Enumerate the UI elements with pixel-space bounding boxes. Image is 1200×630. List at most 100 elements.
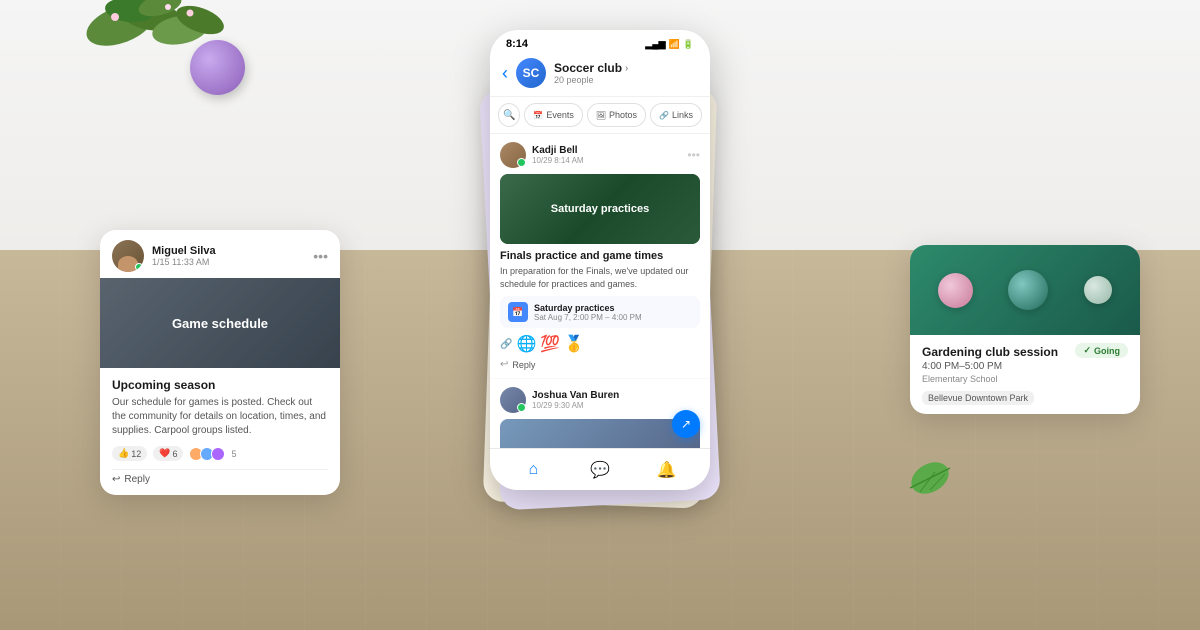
message-2-avatar — [500, 387, 526, 413]
thumbs-reaction[interactable]: 👍 12 — [112, 446, 147, 461]
message-1-time: 10/29 8:14 AM — [532, 156, 584, 165]
message-1-header: Kadji Bell 10/29 8:14 AM ••• — [500, 142, 700, 168]
chevron-right-icon: › — [625, 63, 628, 74]
reaction-avatars — [189, 447, 225, 461]
fab-share-button[interactable]: ↗ — [672, 410, 700, 438]
group-name[interactable]: Soccer club › — [554, 61, 698, 75]
phone-header: ‹ SC Soccer club › 20 people — [490, 54, 710, 97]
emoji-2[interactable]: 💯 — [540, 334, 560, 354]
home-nav-button[interactable]: ⌂ — [519, 456, 547, 484]
back-button[interactable]: ‹ — [502, 63, 508, 84]
right-card-time: 4:00 PM–5:00 PM — [922, 361, 1128, 372]
message-1-body: In preparation for the Finals, we've upd… — [500, 265, 700, 290]
wifi-icon: 📶 — [669, 39, 680, 50]
right-card-image — [910, 245, 1140, 335]
share-icon: ↗ — [681, 417, 691, 431]
notifications-nav-button[interactable]: 🔔 — [653, 456, 681, 484]
right-card: ✓ Going Gardening club session 4:00 PM–5… — [910, 245, 1140, 414]
add-reaction-icon[interactable]: 🔗 — [500, 339, 512, 350]
links-tab[interactable]: 🔗 Links — [650, 103, 702, 127]
message-1-emoji-row: 🔗 🌐 💯 🥇 — [500, 334, 700, 354]
check-icon: ✓ — [1083, 345, 1091, 356]
emoji-3[interactable]: 🥇 — [564, 334, 584, 354]
group-info: Soccer club › 20 people — [554, 61, 698, 85]
left-card-avatar — [112, 240, 144, 272]
reaction-avatar-3 — [211, 447, 225, 461]
going-badge[interactable]: ✓ Going — [1075, 343, 1128, 358]
thumbs-count: 12 — [131, 449, 141, 459]
heart-count: 6 — [172, 449, 177, 459]
message-1-more-button[interactable]: ••• — [687, 148, 700, 162]
group-name-text: Soccer club — [554, 61, 622, 75]
leaf-decoration — [900, 450, 960, 500]
left-card-content: Upcoming season Our schedule for games i… — [100, 368, 340, 495]
garden-ball-pink — [938, 273, 973, 308]
links-tab-icon: 🔗 — [659, 111, 669, 120]
phone-status-icons: ▂▄▆ 📶 🔋 — [645, 39, 694, 50]
event-info: Saturday practices Sat Aug 7, 2:00 PM – … — [534, 303, 642, 322]
garden-ball-light — [1084, 276, 1112, 304]
message-2-header: Joshua Van Buren 10/29 9:30 AM — [500, 387, 700, 413]
message-1-image: Saturday practices — [500, 174, 700, 244]
left-card-image-overlay: Game schedule — [100, 278, 340, 368]
left-card-reply-label: Reply — [124, 474, 150, 485]
reply-arrow-icon: ↩ — [112, 474, 120, 485]
heart-icon: ❤️ — [159, 448, 170, 459]
left-card-time: 1/15 11:33 AM — [152, 257, 305, 267]
garden-ball-teal — [1008, 270, 1048, 310]
heart-reaction[interactable]: ❤️ 6 — [153, 446, 183, 461]
message-1-image-label: Saturday practices — [551, 203, 649, 215]
plant-decoration — [60, 0, 240, 90]
status-bar: 8:14 ▂▄▆ 📶 🔋 — [490, 30, 710, 54]
message-1-event-card[interactable]: 📅 Saturday practices Sat Aug 7, 2:00 PM … — [500, 296, 700, 328]
right-card-content: ✓ Going Gardening club session 4:00 PM–5… — [910, 335, 1140, 414]
group-members-count: 20 people — [554, 75, 698, 85]
events-tab[interactable]: 📅 Events — [524, 103, 582, 127]
message-2-time: 10/29 9:30 AM — [532, 401, 619, 410]
message-1-reply-row[interactable]: ↩ Reply — [500, 359, 700, 370]
right-card-location-primary: Elementary School — [922, 374, 1128, 384]
left-card-description: Our schedule for games is posted. Check … — [112, 396, 328, 438]
left-card-image-label: Game schedule — [172, 316, 268, 331]
search-tab[interactable]: 🔍 — [498, 103, 520, 127]
message-2-username: Joshua Van Buren — [532, 390, 619, 401]
left-card-header: Miguel Silva 1/15 11:33 AM ••• — [100, 230, 340, 278]
left-card-more-button[interactable]: ••• — [313, 248, 328, 264]
event-time: Sat Aug 7, 2:00 PM – 4:00 PM — [534, 313, 642, 322]
left-card-reactions: 👍 12 ❤️ 6 5 — [112, 446, 328, 461]
message-1-title: Finals practice and game times — [500, 250, 700, 262]
left-card-title: Upcoming season — [112, 378, 328, 392]
events-tab-icon: 📅 — [533, 111, 543, 120]
emoji-1[interactable]: 🌐 — [516, 334, 536, 354]
event-calendar-icon: 📅 — [508, 302, 528, 322]
left-card-reply[interactable]: ↩ Reply — [112, 469, 328, 485]
phone-tabs: 🔍 📅 Events 🖼 Photos 🔗 Links — [490, 97, 710, 134]
phone-bottom-nav: ⌂ 💬 🔔 — [490, 448, 710, 490]
phone-time: 8:14 — [506, 38, 528, 50]
online-indicator — [135, 263, 143, 271]
message-1-reply-label: Reply — [512, 360, 535, 370]
left-card: Miguel Silva 1/15 11:33 AM ••• Game sche… — [100, 230, 340, 495]
battery-icon: 🔋 — [683, 39, 694, 50]
event-name: Saturday practices — [534, 303, 642, 313]
message-1-user-info: Kadji Bell 10/29 8:14 AM — [532, 145, 584, 165]
left-card-image: Game schedule — [100, 278, 340, 368]
photos-tab-label: Photos — [609, 110, 637, 120]
signal-icon: ▂▄▆ — [645, 39, 665, 50]
events-tab-label: Events — [546, 110, 574, 120]
reaction-more-count: 5 — [231, 449, 236, 459]
message-2-user-info: Joshua Van Buren 10/29 9:30 AM — [532, 390, 619, 410]
message-item-1: Kadji Bell 10/29 8:14 AM ••• Saturday pr… — [490, 134, 710, 379]
reply-icon: ↩ — [500, 359, 508, 370]
links-tab-label: Links — [672, 110, 693, 120]
message-1-avatar — [500, 142, 526, 168]
photos-tab[interactable]: 🖼 Photos — [587, 103, 646, 127]
left-card-username: Miguel Silva — [152, 245, 305, 257]
photos-tab-icon: 🖼 — [596, 111, 606, 120]
right-card-location-secondary: Bellevue Downtown Park — [922, 391, 1034, 405]
left-card-user-info: Miguel Silva 1/15 11:33 AM — [152, 245, 305, 267]
thumbs-icon: 👍 — [118, 448, 129, 459]
message-1-username: Kadji Bell — [532, 145, 584, 156]
going-label: Going — [1094, 346, 1120, 356]
messages-nav-button[interactable]: 💬 — [586, 456, 614, 484]
